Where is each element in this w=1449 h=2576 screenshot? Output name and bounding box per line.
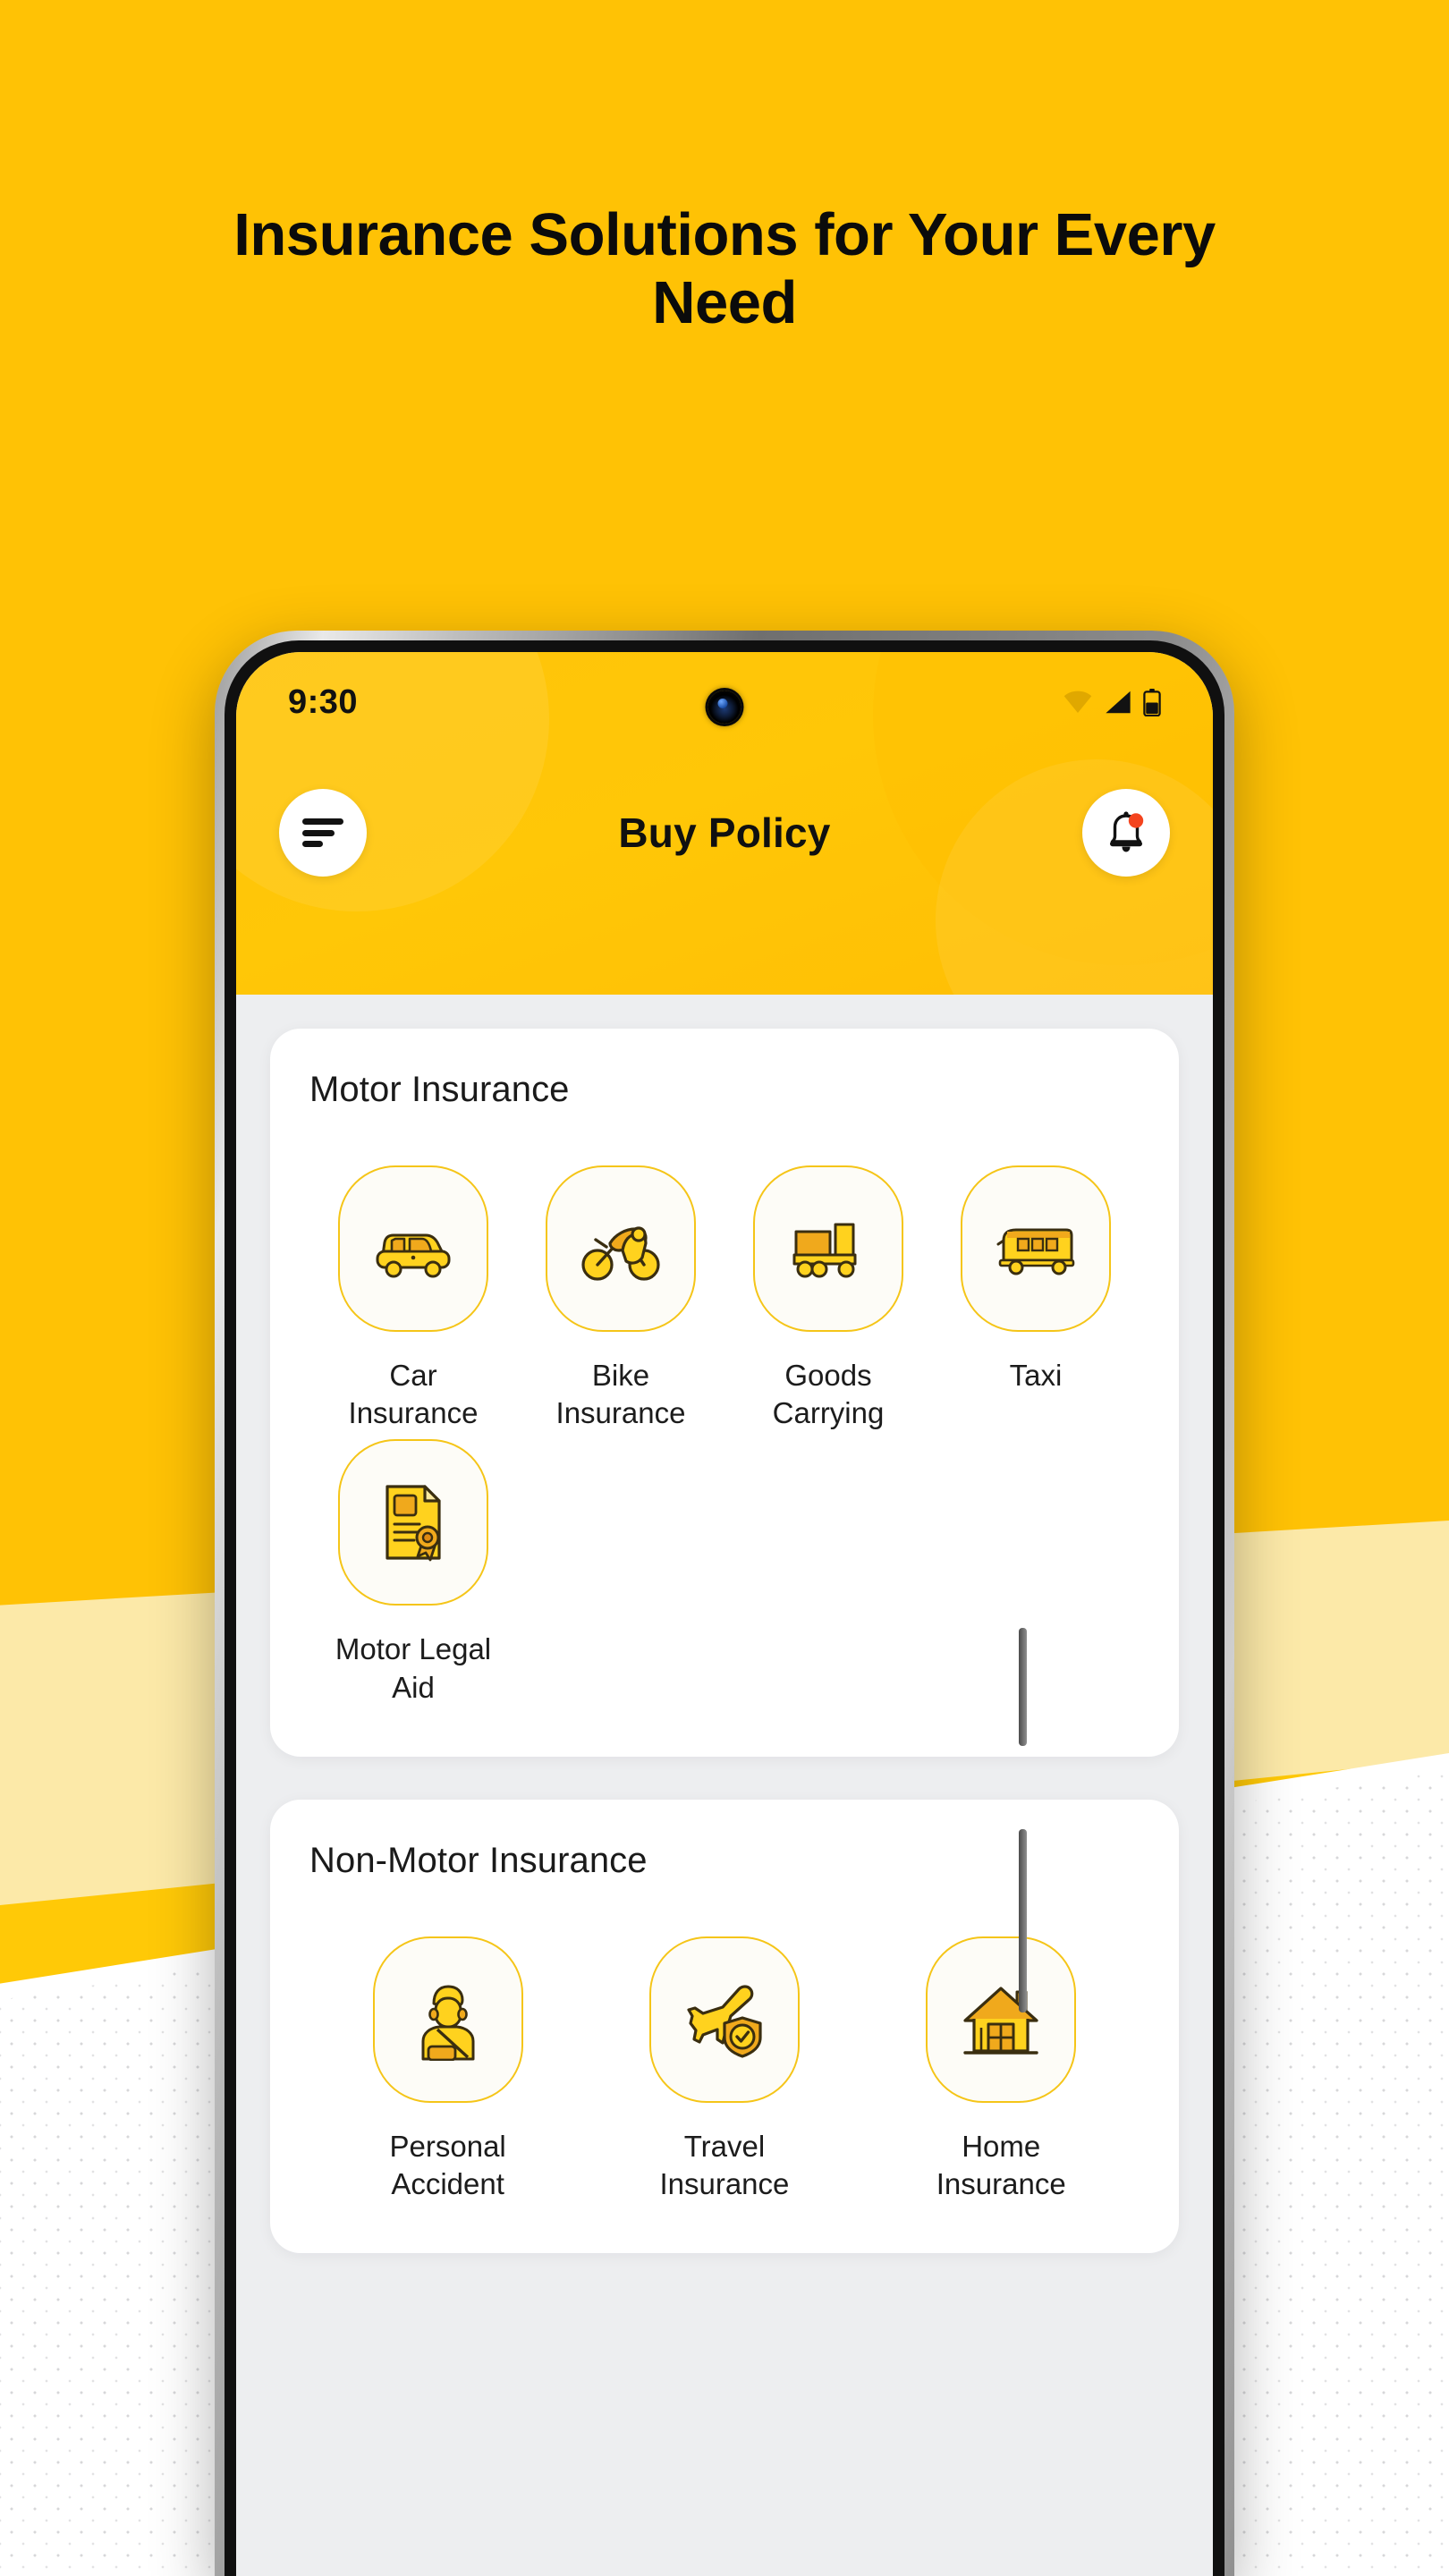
tile-bike-insurance[interactable]: Bike Insurance (517, 1165, 724, 1432)
tile-icon-box (926, 1936, 1077, 2103)
tile-icon-box (338, 1439, 488, 1606)
injured-person-icon (421, 1985, 475, 2061)
tile-label: Car Insurance (348, 1359, 479, 1430)
tile-icon-box (338, 1165, 488, 1332)
bell-icon (1103, 809, 1149, 857)
tile-label: Home Insurance (936, 2129, 1066, 2201)
non-motor-insurance-grid: Personal Accident Travel Insurance Home … (309, 1936, 1140, 2210)
notification-button[interactable] (1082, 789, 1170, 877)
tile-label: Bike Insurance (555, 1359, 686, 1430)
app-bar: 9:30 Buy Policy (236, 652, 1213, 995)
tile-icon-box (546, 1165, 696, 1332)
screen-content: Motor Insurance Car Insurance Bike Insur… (236, 995, 1213, 2254)
tile-icon-box (753, 1165, 903, 1332)
tile-goods-carrying[interactable]: Goods Carrying (724, 1165, 932, 1432)
phone-bezel: 9:30 Buy Policy Motor Insurance Car Insu… (225, 640, 1224, 2576)
certificate-document-icon (386, 1485, 441, 1562)
car-icon (376, 1233, 451, 1278)
motor-insurance-grid: Car Insurance Bike Insurance Goods Carry… (309, 1165, 1140, 1714)
app-bar-row: Buy Policy (236, 752, 1213, 913)
tile-home-insurance[interactable]: Home Insurance (863, 1936, 1140, 2203)
tile-personal-accident[interactable]: Personal Accident (309, 1936, 586, 2203)
tile-icon-box (372, 1936, 523, 2103)
section-title-non-motor: Non-Motor Insurance (309, 1840, 648, 1880)
promo-headline: Insurance Solutions for Your Every Need (233, 201, 1216, 336)
tile-label: Goods Carrying (772, 1359, 885, 1430)
tile-travel-insurance[interactable]: Travel Insurance (586, 1936, 862, 2203)
tile-label: Motor Legal Aid (335, 1632, 492, 1704)
tile-label: Taxi (1009, 1359, 1063, 1392)
tile-icon-box (961, 1165, 1111, 1332)
phone-device-mockup: 9:30 Buy Policy Motor Insurance Car Insu… (215, 631, 1234, 2576)
front-camera-icon (708, 691, 741, 724)
card-motor-insurance: Motor Insurance Car Insurance Bike Insur… (270, 1029, 1179, 1757)
section-title-motor: Motor Insurance (309, 1070, 570, 1109)
tile-label: Travel Insurance (659, 2129, 790, 2201)
tile-car-insurance[interactable]: Car Insurance (309, 1165, 517, 1432)
motorbike-icon (581, 1226, 660, 1281)
power-button[interactable] (1019, 1829, 1027, 2012)
signal-icon (1106, 691, 1131, 714)
menu-button[interactable] (279, 789, 367, 877)
volume-button[interactable] (1019, 1628, 1027, 1746)
battery-icon (1143, 688, 1161, 716)
status-bar-clock: 9:30 (288, 682, 359, 721)
bus-icon (996, 1228, 1075, 1275)
tile-label: Personal Accident (389, 2129, 506, 2201)
page-title: Buy Policy (618, 809, 831, 856)
airplane-shield-icon (687, 1985, 762, 2058)
hamburger-menu-icon (302, 818, 343, 847)
house-icon (963, 1987, 1038, 2055)
tile-motor-legal-aid[interactable]: Motor Legal Aid (309, 1439, 517, 1706)
status-bar-icons (1063, 688, 1161, 716)
tile-taxi[interactable]: Taxi (932, 1165, 1140, 1432)
truck-icon (792, 1223, 857, 1278)
tile-icon-box (648, 1936, 800, 2103)
wifi-icon (1063, 691, 1092, 714)
phone-screen: 9:30 Buy Policy Motor Insurance Car Insu… (236, 652, 1213, 2576)
card-non-motor-insurance: Non-Motor Insurance Personal Accident Tr… (270, 1799, 1179, 2254)
